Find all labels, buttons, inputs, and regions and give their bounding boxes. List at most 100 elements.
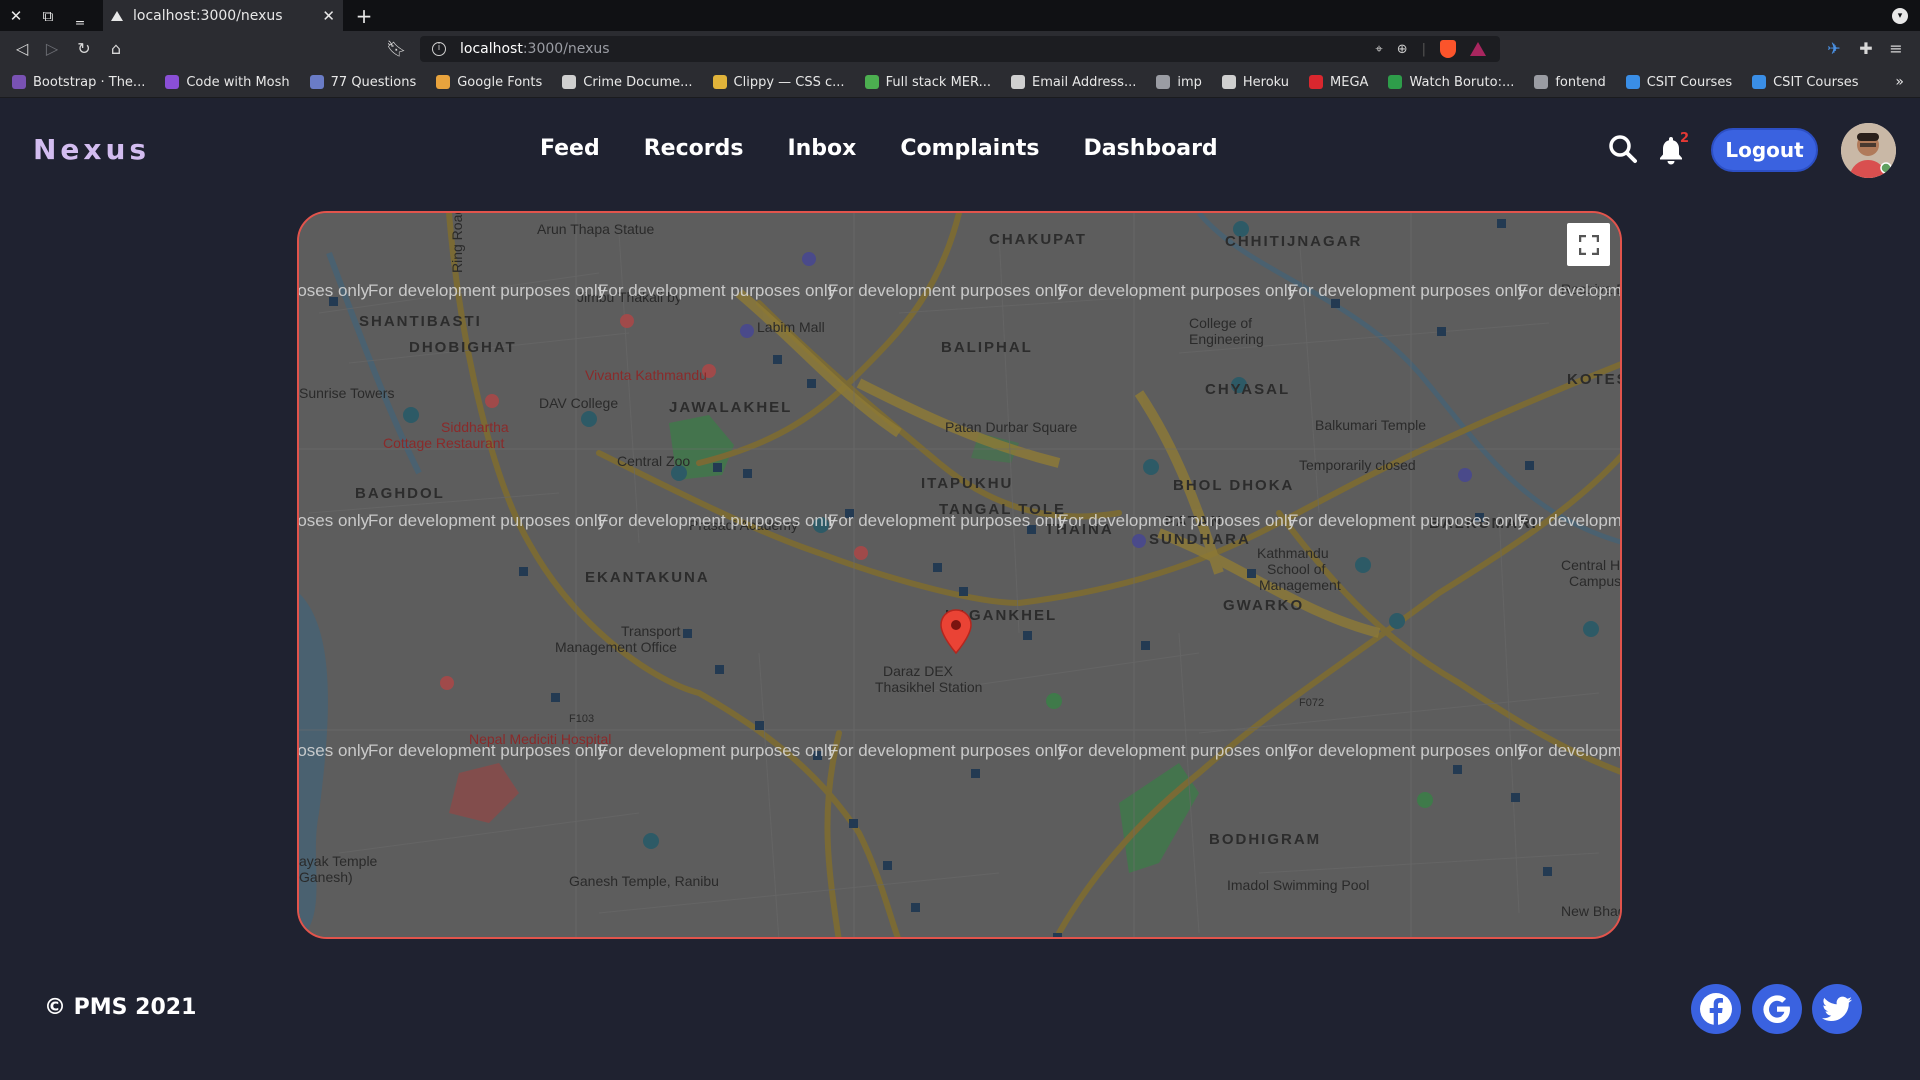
bookmark-label: Watch Boruto:... [1409,74,1515,90]
area-label: BALIPHAL [941,339,1033,356]
search-icon[interactable] [1608,134,1638,164]
bookmark-icon[interactable]: 🔖︎ [386,39,406,59]
bookmark-favicon-icon [1752,75,1767,89]
bookmark-label: Full stack MER... [885,74,991,90]
zoom-icon[interactable]: ⊕ [1397,42,1408,57]
map-watermark: For development purposes only [1058,741,1297,760]
app-root: Nexus Feed Records Inbox Complaints Dash… [0,98,1920,1080]
bookmark-favicon-icon [1156,75,1171,89]
browser-tab[interactable]: localhost:3000/nexus ✕ [103,0,343,31]
place-label: Arun Thapa Statue [537,221,655,237]
bookmark-item[interactable]: fontend [1534,74,1606,90]
map-watermark: For development purposes only [1288,511,1527,530]
map-watermark: For development purposes only [828,281,1067,300]
bookmark-item[interactable]: imp [1156,75,1202,90]
twitter-button[interactable] [1812,984,1862,1034]
bookmarks-more-icon[interactable]: » [1895,74,1904,90]
facebook-button[interactable] [1691,984,1741,1034]
area-label: ITAPUKHU [921,475,1014,492]
home-icon[interactable]: ⌂ [106,39,126,59]
bookmark-label: fontend [1555,74,1606,90]
map-watermark: For development purposes only [598,511,837,530]
fullscreen-icon [1578,234,1599,255]
map-watermark: For development purposes only [828,741,1067,760]
brave-rewards-icon[interactable] [1470,42,1486,56]
reload-icon[interactable]: ↻ [74,39,94,59]
nav-dashboard[interactable]: Dashboard [1084,136,1218,161]
restore-window-icon[interactable]: ⧉ [32,0,64,31]
bookmark-label: Crime Docume... [583,74,693,90]
bookmark-item[interactable]: 77 Questions [309,74,417,90]
bookmark-favicon-icon [1309,75,1324,89]
site-info-icon[interactable]: i [432,42,446,56]
area-label: GWARKO [1223,597,1305,614]
bookmark-item[interactable]: Full stack MER... [864,74,991,90]
place-label: Management Office [555,639,677,655]
place-label: Campus [1569,573,1622,589]
url-path: :3000/nexus [522,41,610,57]
place-label: Siddhartha [441,419,509,435]
bookmark-item[interactable]: Watch Boruto:... [1388,75,1514,90]
extension-icon[interactable]: ✈ [1824,39,1844,59]
back-icon[interactable]: ◁ [12,39,32,59]
area-label: SHANTIBASTI [359,313,482,330]
bookmark-item[interactable]: Email Address... [1010,75,1136,90]
bookmark-item[interactable]: CSIT Courses [1752,74,1859,90]
tab-close-icon[interactable]: ✕ [322,7,335,25]
fullscreen-button[interactable] [1567,223,1610,266]
menu-icon[interactable]: ≡ [1886,39,1906,59]
extensions-puzzle-icon[interactable]: ✚ [1856,39,1876,59]
area-label: SUNDHARA [1149,531,1251,548]
bookmark-favicon-icon [12,75,26,89]
place-label: Labim Mall [757,319,825,335]
bookmark-item[interactable]: Clippy — CSS c... [712,75,845,90]
minimize-window-icon[interactable]: ‗ [64,0,96,31]
notifications-button[interactable]: 2 [1658,131,1692,167]
place-label: College of [1189,315,1253,331]
user-avatar[interactable] [1841,123,1896,178]
bookmark-item[interactable]: Code with Mosh [165,75,290,90]
logout-button[interactable]: Logout [1711,128,1818,172]
bookmark-item[interactable]: Crime Docume... [562,74,693,90]
bookmark-item[interactable]: Google Fonts [436,75,542,90]
nav-complaints[interactable]: Complaints [900,136,1039,161]
url-host: localhost [460,41,523,57]
place-label: Patan Durbar Square [945,419,1078,435]
area-label: DHOBIGHAT [409,339,517,356]
map-watermark: For development purposes only [1518,281,1622,300]
nav-records[interactable]: Records [644,136,744,161]
notification-count-badge: 2 [1680,131,1690,146]
map-watermark: For development purposes only [1058,281,1297,300]
nav-inbox[interactable]: Inbox [787,136,856,161]
bookmark-item[interactable]: CSIT Courses [1625,75,1732,90]
google-button[interactable] [1752,984,1802,1034]
bookmark-item[interactable]: MEGA [1309,75,1368,90]
close-window-icon[interactable]: ✕ [0,0,32,31]
place-label: Imadol Swimming Pool [1227,877,1370,893]
map-view[interactable]: CHAKUPAT CHHITIJNAGAR SHANTIBASTI DHOBIG… [297,211,1622,939]
area-label: BODHIGRAM [1209,831,1322,848]
address-bar[interactable]: i localhost :3000/nexus ⌖ ⊕ | [420,36,1500,62]
map-watermark: For development purposes only [297,741,370,760]
brand-logo[interactable]: Nexus [33,133,150,166]
new-tab-button[interactable]: + [350,0,378,31]
nav-feed[interactable]: Feed [540,136,600,161]
browser-menu-icon[interactable]: ▾ [1892,8,1908,24]
location-pin-icon[interactable] [939,609,973,655]
brave-shields-icon[interactable] [1440,40,1456,58]
location-icon[interactable]: ⌖ [1375,42,1382,57]
place-label: Temporarily closed [1299,457,1416,473]
forward-icon[interactable]: ▷ [42,39,62,59]
bookmark-label: 77 Questions [330,74,417,90]
browser-toolbar: ◁ ▷ ↻ ⌂ 🔖︎ i localhost :3000/nexus ⌖ ⊕ |… [0,31,1920,67]
place-label: DAV College [539,395,619,411]
map-watermark: For development purposes only [1288,281,1527,300]
bookmark-label: CSIT Courses [1773,74,1859,90]
bookmark-favicon-icon [1010,75,1025,89]
road-label: F103 [569,713,595,725]
bookmark-label: Bootstrap · The... [33,74,146,90]
map-watermark: For development purposes only [598,741,837,760]
map-watermark: For development purposes only [368,511,607,530]
bookmark-item[interactable]: Bootstrap · The... [12,75,145,90]
bookmark-item[interactable]: Heroku [1221,75,1289,90]
